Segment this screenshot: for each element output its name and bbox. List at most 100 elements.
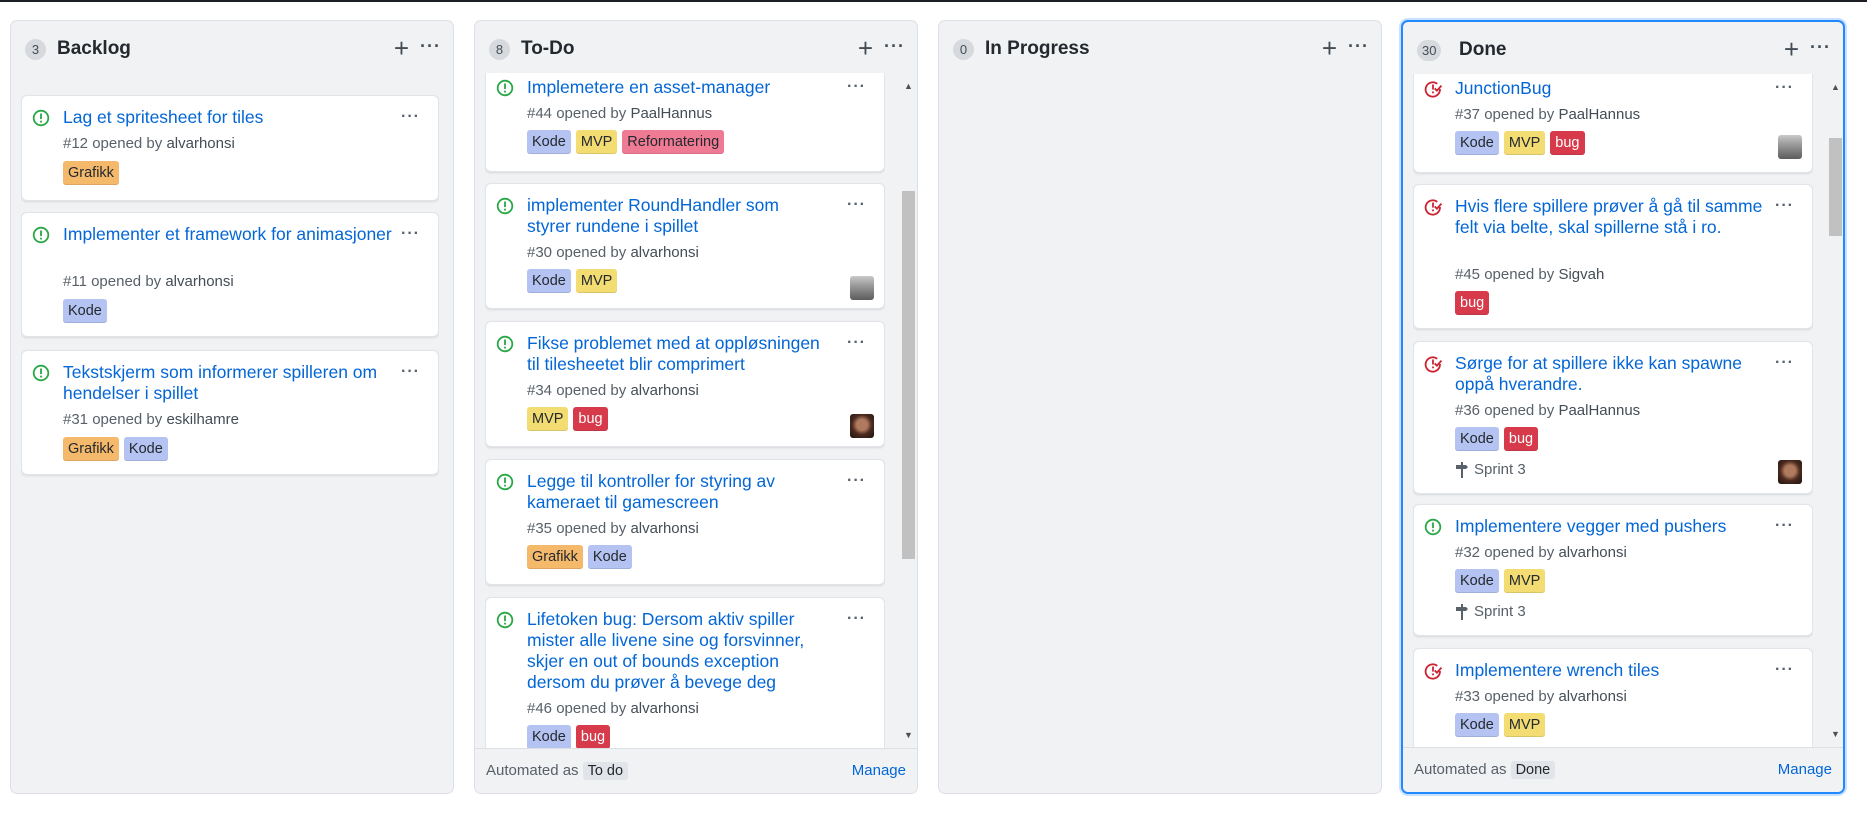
card-menu-button[interactable]: ···: [1775, 79, 1794, 97]
issue-title-link[interactable]: Implemetere en asset-manager: [527, 77, 857, 98]
card-menu-button[interactable]: ···: [847, 78, 866, 96]
add-card-button[interactable]: +: [1322, 35, 1337, 61]
label-mvp[interactable]: MVP: [1503, 713, 1546, 737]
issue-card[interactable]: Lifetoken bug: Dersom aktiv spiller mist…: [485, 597, 885, 748]
issue-title-link[interactable]: Lag et spritesheet for tiles: [63, 107, 393, 128]
label-kode[interactable]: Kode: [527, 130, 571, 154]
manage-automation-link[interactable]: Manage: [852, 762, 906, 779]
issue-title-link[interactable]: Implementere wrench tiles: [1455, 660, 1785, 681]
assignee-avatar[interactable]: [850, 414, 874, 438]
label-bug[interactable]: bug: [575, 725, 611, 748]
issue-author-link[interactable]: alvarhonsi: [165, 273, 233, 290]
add-card-button[interactable]: +: [858, 35, 873, 61]
label-kode[interactable]: Kode: [527, 725, 571, 748]
issue-author-link[interactable]: PaalHannus: [1558, 402, 1640, 419]
label-grafikk[interactable]: Grafikk: [527, 545, 583, 569]
assignee-avatar[interactable]: [1778, 460, 1802, 484]
issue-title-link[interactable]: Hvis flere spillere prøver å gå til samm…: [1455, 196, 1765, 238]
issue-title-link[interactable]: Implementer et framework for animasjoner: [63, 224, 393, 245]
label-kode[interactable]: Kode: [1455, 427, 1499, 451]
issue-title-link[interactable]: Lifetoken bug: Dersom aktiv spiller mist…: [527, 609, 817, 693]
issue-title-link[interactable]: Tekstskjerm som informerer spilleren om …: [63, 362, 393, 404]
milestone[interactable]: Sprint 3: [1455, 603, 1526, 620]
issue-author-link[interactable]: alvarhonsi: [630, 244, 698, 261]
issue-author-link[interactable]: alvarhonsi: [630, 382, 698, 399]
issue-author-link[interactable]: Sigvah: [1558, 266, 1604, 283]
add-card-button[interactable]: +: [1784, 36, 1799, 62]
add-card-button[interactable]: +: [394, 35, 409, 61]
issue-title-link[interactable]: Fikse problemet med at oppløsningen til …: [527, 333, 837, 375]
issue-card[interactable]: Legge til kontroller for styring av kame…: [485, 459, 885, 585]
label-kode[interactable]: Kode: [587, 545, 632, 569]
scrollbar-thumb[interactable]: [1829, 138, 1842, 236]
label-grafikk[interactable]: Grafikk: [63, 437, 119, 461]
card-menu-button[interactable]: ···: [1775, 354, 1794, 372]
issue-card[interactable]: Lag et spritesheet for tiles #12 opened …: [21, 95, 439, 201]
card-menu-button[interactable]: ···: [847, 334, 866, 352]
issue-card[interactable]: Implementer et framework for animasjoner…: [21, 212, 439, 337]
card-menu-button[interactable]: ···: [847, 610, 866, 628]
issue-title-link[interactable]: Legge til kontroller for styring av kame…: [527, 471, 807, 513]
label-mvp[interactable]: MVP: [1503, 131, 1546, 155]
scroll-up-arrow-icon[interactable]: ▲: [1831, 82, 1840, 92]
scroll-down-arrow-icon[interactable]: ▼: [904, 730, 913, 740]
scroll-up-arrow-icon[interactable]: ▲: [904, 81, 913, 91]
card-menu-button[interactable]: ···: [1775, 197, 1794, 215]
label-kode[interactable]: Kode: [527, 269, 571, 293]
issue-author-link[interactable]: alvarhonsi: [1558, 544, 1626, 561]
scrollbar-thumb[interactable]: [902, 191, 915, 559]
column-menu-button[interactable]: ···: [1348, 37, 1369, 55]
issue-author-link[interactable]: eskilhamre: [166, 411, 239, 428]
issue-card[interactable]: Fikse problemet med at oppløsningen til …: [485, 321, 885, 447]
issue-author-link[interactable]: alvarhonsi: [630, 700, 698, 717]
label-mvp[interactable]: MVP: [1503, 569, 1546, 593]
label-kode[interactable]: Kode: [1455, 569, 1499, 593]
issue-title-link[interactable]: JunctionBug: [1455, 78, 1785, 99]
label-kode[interactable]: Kode: [1455, 131, 1499, 155]
issue-card[interactable]: Tekstskjerm som informerer spilleren om …: [21, 350, 439, 475]
issue-title-link[interactable]: Implementere vegger med pushers: [1455, 516, 1785, 537]
label-bug[interactable]: bug: [1550, 131, 1585, 155]
milestone[interactable]: Sprint 3: [1455, 461, 1526, 478]
label-kode[interactable]: Kode: [63, 299, 107, 323]
card-menu-button[interactable]: ···: [1775, 517, 1794, 535]
label-bug[interactable]: bug: [1455, 291, 1490, 315]
label-bug[interactable]: bug: [1503, 427, 1539, 451]
card-menu-button[interactable]: ···: [401, 225, 420, 243]
label-reformatering[interactable]: Reformatering: [622, 130, 725, 154]
issue-card[interactable]: Hvis flere spillere prøver å gå til samm…: [1413, 184, 1813, 329]
label-mvp[interactable]: MVP: [527, 407, 569, 431]
issue-author-link[interactable]: alvarhonsi: [630, 520, 698, 537]
card-menu-button[interactable]: ···: [1775, 661, 1794, 679]
label-kode[interactable]: Kode: [1455, 713, 1499, 737]
column-menu-button[interactable]: ···: [1810, 38, 1831, 56]
issue-card[interactable]: Implementere vegger med pushers #32 open…: [1413, 504, 1813, 636]
issue-title-link[interactable]: Sørge for at spillere ikke kan spawne op…: [1455, 353, 1765, 395]
assignee-avatar[interactable]: [1778, 135, 1802, 159]
issue-card[interactable]: implementer RoundHandler som styrer rund…: [485, 183, 885, 309]
issue-card[interactable]: Implemetere en asset-manager #44 opened …: [485, 73, 885, 172]
issue-card[interactable]: JunctionBug #37 opened by PaalHannus ···…: [1413, 74, 1813, 173]
issue-author-link[interactable]: PaalHannus: [630, 105, 712, 122]
issue-title-link[interactable]: implementer RoundHandler som styrer rund…: [527, 195, 807, 237]
card-list-scrollbar[interactable]: ▲ ▼: [1828, 74, 1843, 747]
card-menu-button[interactable]: ···: [401, 363, 420, 381]
label-kode[interactable]: Kode: [123, 437, 168, 461]
scroll-down-arrow-icon[interactable]: ▼: [1831, 729, 1840, 739]
column-menu-button[interactable]: ···: [884, 37, 905, 55]
manage-automation-link[interactable]: Manage: [1778, 761, 1832, 778]
issue-card[interactable]: Implementere wrench tiles #33 opened by …: [1413, 648, 1813, 747]
issue-card[interactable]: Sørge for at spillere ikke kan spawne op…: [1413, 341, 1813, 494]
label-grafikk[interactable]: Grafikk: [63, 161, 119, 185]
card-list-scrollbar[interactable]: ▲ ▼: [901, 73, 916, 748]
card-menu-button[interactable]: ···: [847, 472, 866, 490]
issue-author-link[interactable]: PaalHannus: [1558, 106, 1640, 123]
card-menu-button[interactable]: ···: [401, 108, 420, 126]
card-menu-button[interactable]: ···: [847, 196, 866, 214]
label-bug[interactable]: bug: [573, 407, 608, 431]
label-mvp[interactable]: MVP: [575, 130, 618, 154]
issue-author-link[interactable]: alvarhonsi: [166, 135, 234, 152]
column-menu-button[interactable]: ···: [420, 37, 441, 55]
assignee-avatar[interactable]: [850, 276, 874, 300]
label-mvp[interactable]: MVP: [575, 269, 618, 293]
